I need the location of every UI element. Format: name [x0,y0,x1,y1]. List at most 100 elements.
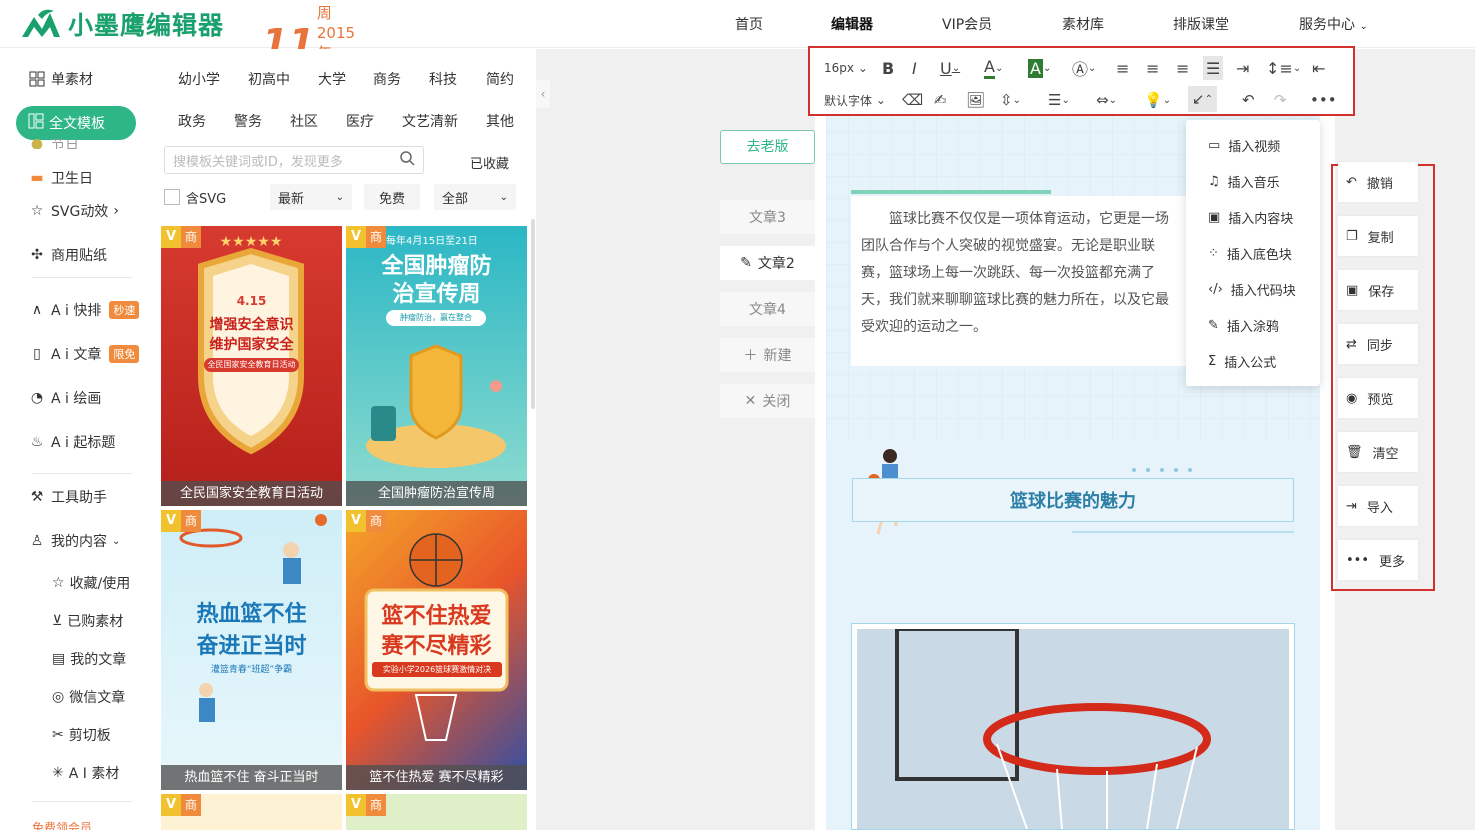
category-community[interactable]: 社区 [290,111,318,131]
bold-icon[interactable]: B [882,58,894,78]
spacing-icon[interactable]: ⇳ ⌄ [1000,90,1021,110]
tab-article-2[interactable]: ✎ 文章2 [720,246,815,280]
template-card[interactable]: V 商 [346,794,527,830]
category-university[interactable]: 大学 [318,69,346,89]
sidebar-sub-purchased[interactable]: ⊻ 已购素材 [52,611,123,631]
nav-editor[interactable]: 编辑器 [831,14,873,34]
redo-icon[interactable]: ↷ [1274,90,1287,110]
nav-materials[interactable]: 素材库 [1062,14,1104,34]
menu-insert-formula[interactable]: Σ 插入公式 [1208,352,1276,371]
svg-checkbox[interactable]: 含SVG [164,184,226,210]
format-painter-icon[interactable]: ✍ [934,90,947,110]
sidebar-sub-wechat[interactable]: ◎ 微信文章 [52,687,125,707]
bulb-icon[interactable]: 💡 ⌄ [1144,90,1171,110]
clear-button[interactable]: 🗑 清空 [1338,432,1418,472]
sidebar-item-tools[interactable]: ⚒ 工具助手 [28,487,107,507]
undo-button[interactable]: ↶ 撤销 [1338,162,1418,202]
font-color-icon[interactable]: A ⌄ [984,57,1003,79]
category-government[interactable]: 政务 [178,111,206,131]
highlight-color-icon[interactable]: A ⌄ [1028,58,1051,78]
insert-more-icon[interactable]: ↙ ⌃ [1188,86,1217,112]
save-button[interactable]: ▣ 保存 [1338,270,1418,310]
nav-course[interactable]: 排版课堂 [1173,14,1229,34]
italic-icon[interactable]: I [912,58,917,78]
section-heading[interactable]: 篮球比赛的魅力 [852,478,1294,522]
sidebar-sub-favorites[interactable]: ☆ 收藏/使用 [52,573,130,593]
menu-insert-block[interactable]: ▣ 插入内容块 [1208,208,1293,227]
search-icon[interactable] [399,150,415,170]
template-search-input[interactable]: 搜模板关键词或ID，发现更多 [164,146,424,174]
category-police[interactable]: 警务 [234,111,262,131]
favorites-link[interactable]: 已收藏 [470,153,509,172]
category-other[interactable]: 其他 [486,111,514,131]
preview-button[interactable]: ◉ 预览 [1338,378,1418,418]
panel-scrollbar[interactable] [531,219,535,409]
checkbox-box[interactable] [164,189,180,205]
menu-insert-music[interactable]: ♫ 插入音乐 [1208,172,1280,191]
sidebar-item-ai-title[interactable]: ♨ A i 起标题 [28,432,116,452]
image-icon[interactable]: 🖼 [966,90,985,110]
sidebar-item-stickers[interactable]: ✣ 商用贴纸 [28,245,107,265]
menu-insert-video[interactable]: ▭ 插入视频 [1208,136,1280,155]
nav-service[interactable]: 服务中心 ⌄ [1299,14,1368,34]
text-effect-icon[interactable]: Ⓐ ⌄ [1072,58,1096,79]
sidebar-item-full-template[interactable]: 全文模板 [16,106,136,140]
font-family-select[interactable]: 默认字体 ⌄ [824,90,886,110]
basketball-photo[interactable] [851,623,1295,830]
category-primary[interactable]: 幼小学 [178,69,220,89]
align-right-icon[interactable]: ≡ [1176,58,1189,78]
sidebar-item-ai-fast[interactable]: ∧ A i 快排 秒速 [28,300,140,320]
indent-icon[interactable]: ⇥ [1236,58,1249,78]
align-center-icon[interactable]: ≡ [1146,58,1159,78]
divider-line-icon[interactable]: ☰ ⌄ [1048,90,1070,110]
letter-spacing-icon[interactable]: ⇔ ⌄ [1096,90,1117,110]
align-justify-icon[interactable]: ☰ [1203,56,1224,80]
template-card[interactable]: 篮不住热爱 赛不尽精彩 实验小学2026篮球赛激情对决 V 商 篮不住热爱 赛不… [346,510,527,790]
category-middle[interactable]: 初高中 [248,69,290,89]
category-simple[interactable]: 简约 [486,69,514,89]
menu-insert-doodle[interactable]: ✎ 插入涂鸦 [1208,316,1279,335]
exit-icon[interactable]: ⇤ [1312,58,1325,78]
category-medical[interactable]: 医疗 [346,111,374,131]
close-article-button[interactable]: ✕ 关闭 [720,384,815,418]
template-card[interactable]: ★★★★★ 4.15 增强安全意识 维护国家安全 全民国家安全教育日活动 V 商… [161,226,342,506]
template-card[interactable]: V 商 [161,794,342,830]
line-height-icon[interactable]: ↕≡ ⌄ [1266,58,1301,78]
align-left-icon[interactable]: ≡ [1116,58,1129,78]
eraser-icon[interactable]: ⌫ [902,90,923,110]
sidebar-sub-articles[interactable]: ▤ 我的文章 [52,649,126,669]
more-icon[interactable]: ••• [1310,90,1337,110]
undo-icon[interactable]: ↶ [1242,90,1255,110]
price-filter[interactable]: 免费 [364,184,420,210]
free-vip-link[interactable]: 免费领会员 [32,819,92,830]
sync-button[interactable]: ⇄ 同步 [1338,324,1418,364]
menu-insert-code[interactable]: ‹/› 插入代码块 [1208,280,1296,299]
sidebar-item-mine[interactable]: ♙ 我的内容 ⌄ [28,531,121,551]
category-tech[interactable]: 科技 [429,69,457,89]
category-business[interactable]: 商务 [373,69,401,89]
logo[interactable]: 小墨鹰编辑器 [20,6,224,42]
scope-select[interactable]: 全部 ⌄ [434,184,516,210]
font-size-select[interactable]: 16px ⌄ [824,58,868,78]
sidebar-item-ai-draw[interactable]: ◔ A i 绘画 [28,388,101,408]
sidebar-item-health-partial[interactable]: ▬ 卫生日 [28,169,93,187]
category-literary[interactable]: 文艺清新 [402,111,458,131]
nav-home[interactable]: 首页 [735,14,763,34]
copy-button[interactable]: ❐ 复制 [1338,216,1418,256]
new-article-button[interactable]: ＋ 新建 [720,338,815,372]
nav-vip[interactable]: VIP会员 [942,14,992,34]
sidebar-sub-clipboard[interactable]: ✂ 剪切板 [52,725,111,745]
sidebar-sub-ai-material[interactable]: ✳ A I 素材 [52,763,119,783]
old-version-button[interactable]: 去老版 [720,130,815,164]
sidebar-item-single[interactable]: 单素材 [28,69,93,89]
collapse-panel-button[interactable]: ‹ [536,80,550,108]
template-card[interactable]: 每年4月15日至21日 全国肿瘤防 治宣传周 肿瘤防治，赢在整合 V 商 全国肿… [346,226,527,506]
tab-article-3[interactable]: 文章3 [720,200,815,234]
sidebar-item-festival-partial[interactable]: ● 节日 [28,139,79,149]
more-button[interactable]: ••• 更多 [1338,540,1418,580]
menu-insert-bg-block[interactable]: ⁘ 插入底色块 [1208,244,1292,263]
content-paragraph[interactable]: 篮球比赛不仅仅是一项体育运动，它更是一场团队合作与个人突破的视觉盛宴。无论是职业… [851,196,1191,366]
sidebar-item-ai-article[interactable]: ▯ A i 文章 限免 [28,344,140,364]
import-button[interactable]: ⇥ 导入 [1338,486,1418,526]
template-card[interactable]: 热血篮不住 奋进正当时 灌篮青春“班超”争霸 V 商 热血篮不住 奋斗正当时 [161,510,342,790]
